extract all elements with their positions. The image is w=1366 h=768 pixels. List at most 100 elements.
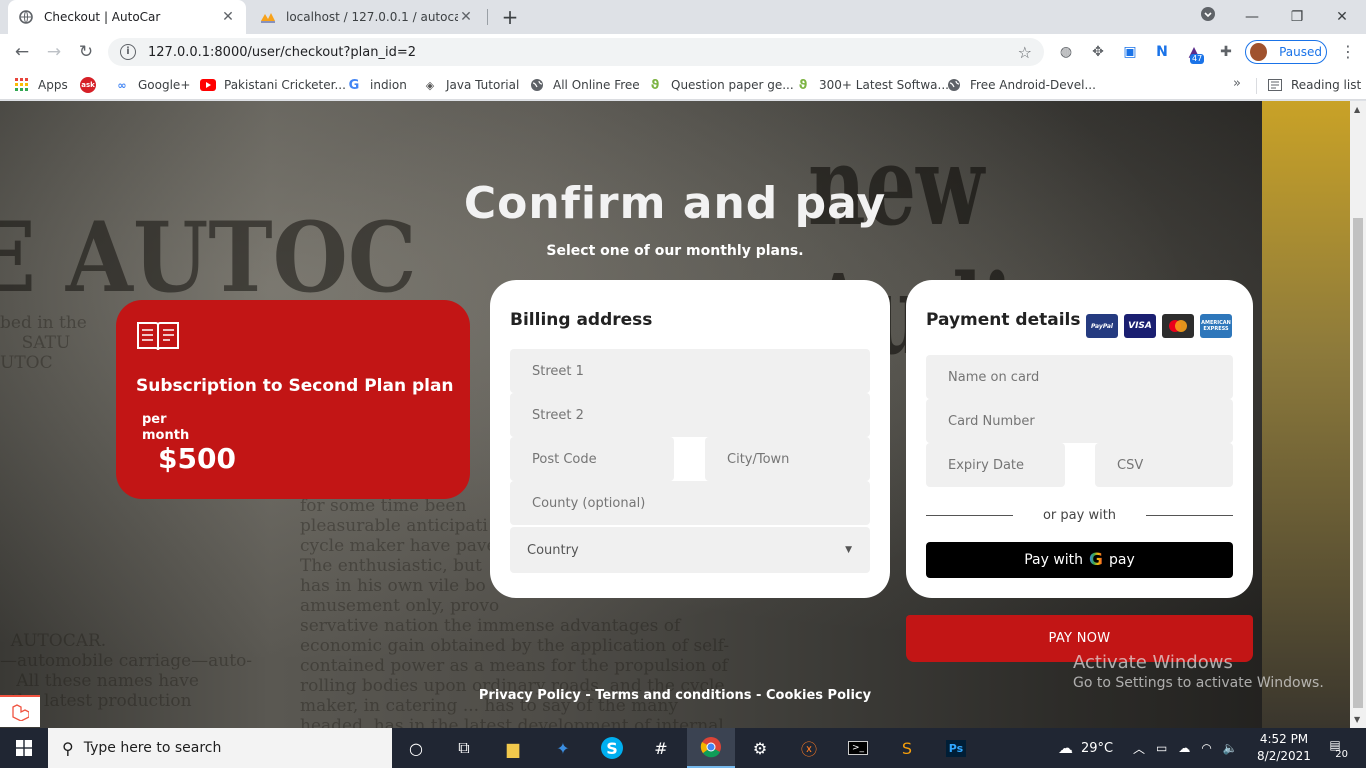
card-logos: PayPal VISA AMERICAN EXPRESS bbox=[1086, 314, 1232, 338]
footer-links[interactable]: Privacy Policy - Terms and conditions - … bbox=[0, 688, 1350, 703]
visa-icon: VISA bbox=[1124, 314, 1156, 338]
postcode-input[interactable]: Post Code bbox=[510, 437, 674, 481]
expiry-date-input[interactable]: Expiry Date bbox=[926, 443, 1065, 487]
profile-button[interactable]: Paused bbox=[1245, 40, 1327, 64]
street1-input[interactable]: Street 1 bbox=[510, 349, 870, 393]
java-icon: ◈ bbox=[425, 78, 435, 92]
screen-extension-icon[interactable]: ▣ bbox=[1120, 42, 1140, 62]
county-input[interactable]: County (optional) bbox=[510, 481, 870, 525]
scroll-up-icon[interactable]: ▲ bbox=[1354, 105, 1360, 114]
close-window-button[interactable]: ✕ bbox=[1322, 4, 1362, 30]
country-select[interactable]: Country ▼ bbox=[510, 527, 870, 573]
close-tab-icon[interactable]: ✕ bbox=[220, 9, 236, 25]
task-view-icon[interactable]: ⧉ bbox=[440, 728, 488, 768]
reload-button[interactable]: ↻ bbox=[72, 38, 100, 66]
back-button[interactable]: ← bbox=[8, 38, 36, 66]
onedrive-app-icon[interactable]: ✦ bbox=[539, 728, 587, 768]
plan-period: per month bbox=[142, 412, 190, 443]
new-tab-button[interactable]: + bbox=[498, 5, 522, 29]
notifications-button[interactable]: ▤ 20 bbox=[1322, 738, 1348, 760]
volume-icon[interactable]: 🔈 bbox=[1223, 741, 1238, 755]
onedrive-cloud-icon[interactable]: ☁ bbox=[1178, 741, 1190, 755]
terminal-icon[interactable]: >_ bbox=[834, 728, 882, 768]
bookmark-label: Pakistani Cricketer... bbox=[224, 78, 346, 92]
puzzle-extensions-icon[interactable]: ✚ bbox=[1216, 42, 1236, 62]
xampp-icon[interactable]: ⓧ bbox=[785, 728, 833, 768]
file-explorer-icon[interactable]: ▆ bbox=[489, 728, 537, 768]
city-input[interactable]: City/Town bbox=[705, 437, 870, 481]
cortana-icon[interactable]: ○ bbox=[392, 728, 440, 768]
country-select-value: Country bbox=[527, 542, 579, 558]
url-text[interactable]: 127.0.0.1:8000/user/checkout?plan_id=2 bbox=[148, 45, 1018, 60]
apps-grid-icon bbox=[14, 77, 30, 93]
clock-date: 8/2/2021 bbox=[1257, 749, 1311, 763]
reading-list-icon bbox=[1267, 77, 1283, 93]
bookmark-label: Question paper ge... bbox=[671, 78, 794, 92]
bookmark-apps[interactable]: Apps bbox=[14, 76, 68, 94]
card-number-input[interactable]: Card Number bbox=[926, 399, 1233, 443]
bookmark-free-android[interactable]: Free Android-Devel... bbox=[946, 76, 1096, 94]
bookmark-all-online-free[interactable]: All Online Free bbox=[529, 76, 640, 94]
move-extension-icon[interactable]: ✥ bbox=[1088, 42, 1108, 62]
name-on-card-input[interactable]: Name on card bbox=[926, 355, 1233, 399]
bookmark-java-tutorial[interactable]: ◈ Java Tutorial bbox=[422, 76, 520, 94]
google-pay-button[interactable]: Pay with G pay bbox=[926, 542, 1233, 578]
wifi-icon[interactable]: ◠ bbox=[1201, 741, 1211, 755]
weather-widget[interactable]: ☁ 29°C bbox=[1058, 728, 1113, 768]
or-pay-with-text: or pay with bbox=[1042, 507, 1117, 523]
bookmark-ask[interactable]: ask bbox=[80, 76, 104, 94]
battery-icon[interactable]: ▭ bbox=[1156, 741, 1167, 755]
slack-icon[interactable]: # bbox=[637, 728, 685, 768]
menu-dots-icon[interactable]: ⋮ bbox=[1338, 42, 1358, 62]
bookmark-divider bbox=[1256, 78, 1257, 94]
scrollbar-thumb[interactable] bbox=[1353, 218, 1363, 708]
skype-icon[interactable]: S bbox=[588, 728, 636, 768]
scroll-down-icon[interactable]: ▼ bbox=[1354, 715, 1360, 724]
search-icon: ⚲ bbox=[62, 738, 74, 758]
reading-list-button[interactable]: Reading list bbox=[1267, 76, 1361, 94]
restore-button[interactable]: ❐ bbox=[1277, 4, 1317, 30]
windows-start-button[interactable] bbox=[0, 728, 48, 768]
cloud-rain-icon: ☁ bbox=[1058, 739, 1073, 757]
tab-phpmyadmin[interactable]: localhost / 127.0.0.1 / autocar / p ✕ bbox=[250, 0, 484, 34]
close-tab-icon[interactable]: ✕ bbox=[458, 9, 474, 25]
bookmark-latest-software[interactable]: ϑ 300+ Latest Softwa... bbox=[795, 76, 949, 94]
globe-extension-icon[interactable]: ◍ bbox=[1056, 42, 1076, 62]
gpay-suffix: pay bbox=[1109, 552, 1135, 568]
plan-price: $500 bbox=[158, 442, 236, 475]
sublime-text-icon[interactable]: S bbox=[883, 728, 931, 768]
bookmark-google-plus[interactable]: ∞ Google+ bbox=[114, 76, 190, 94]
photoshop-icon[interactable]: Ps bbox=[932, 728, 980, 768]
bookmark-pakistani-cricketer[interactable]: Pakistani Cricketer... bbox=[200, 76, 346, 94]
profile-status: Paused bbox=[1279, 45, 1322, 59]
settings-gear-icon[interactable]: ⚙ bbox=[736, 728, 784, 768]
tab-checkout[interactable]: Checkout | AutoCar ✕ bbox=[8, 0, 246, 34]
bookmark-question-paper[interactable]: ϑ Question paper ge... bbox=[647, 76, 794, 94]
bookmark-label: Java Tutorial bbox=[446, 78, 520, 92]
site-info-icon[interactable]: i bbox=[120, 44, 136, 60]
or-pay-with-divider: or pay with bbox=[926, 505, 1233, 525]
bookmark-label: 300+ Latest Softwa... bbox=[819, 78, 949, 92]
address-bar[interactable]: i 127.0.0.1:8000/user/checkout?plan_id=2… bbox=[108, 38, 1044, 66]
bookmark-indion[interactable]: G indion bbox=[346, 76, 407, 94]
tab-search-icon[interactable] bbox=[1188, 4, 1228, 30]
extension-badge: 47 bbox=[1190, 54, 1205, 64]
minimize-button[interactable]: — bbox=[1232, 4, 1272, 30]
field-gap bbox=[1065, 443, 1095, 487]
plan-name: Subscription to Second Plan plan bbox=[136, 376, 454, 396]
more-bookmarks-icon[interactable]: » bbox=[1233, 76, 1241, 91]
chevron-up-icon[interactable]: ︿ bbox=[1133, 740, 1145, 757]
taskbar-search[interactable]: ⚲ Type here to search bbox=[48, 728, 392, 768]
csv-input[interactable]: CSV bbox=[1095, 443, 1233, 487]
page-scrollbar[interactable]: ▲ ▼ bbox=[1350, 101, 1366, 728]
forward-button[interactable]: → bbox=[40, 38, 68, 66]
street2-input[interactable]: Street 2 bbox=[510, 393, 870, 437]
bookmark-star-icon[interactable]: ☆ bbox=[1018, 43, 1032, 62]
chrome-icon[interactable] bbox=[687, 728, 735, 768]
billing-heading: Billing address bbox=[510, 310, 653, 330]
laravel-debug-icon[interactable] bbox=[0, 695, 40, 727]
n-extension-icon[interactable]: N bbox=[1152, 42, 1172, 62]
google-plus-icon: ∞ bbox=[117, 78, 127, 92]
system-clock[interactable]: 4:52 PM 8/2/2021 bbox=[1254, 731, 1314, 765]
gpay-prefix: Pay with bbox=[1024, 552, 1084, 568]
